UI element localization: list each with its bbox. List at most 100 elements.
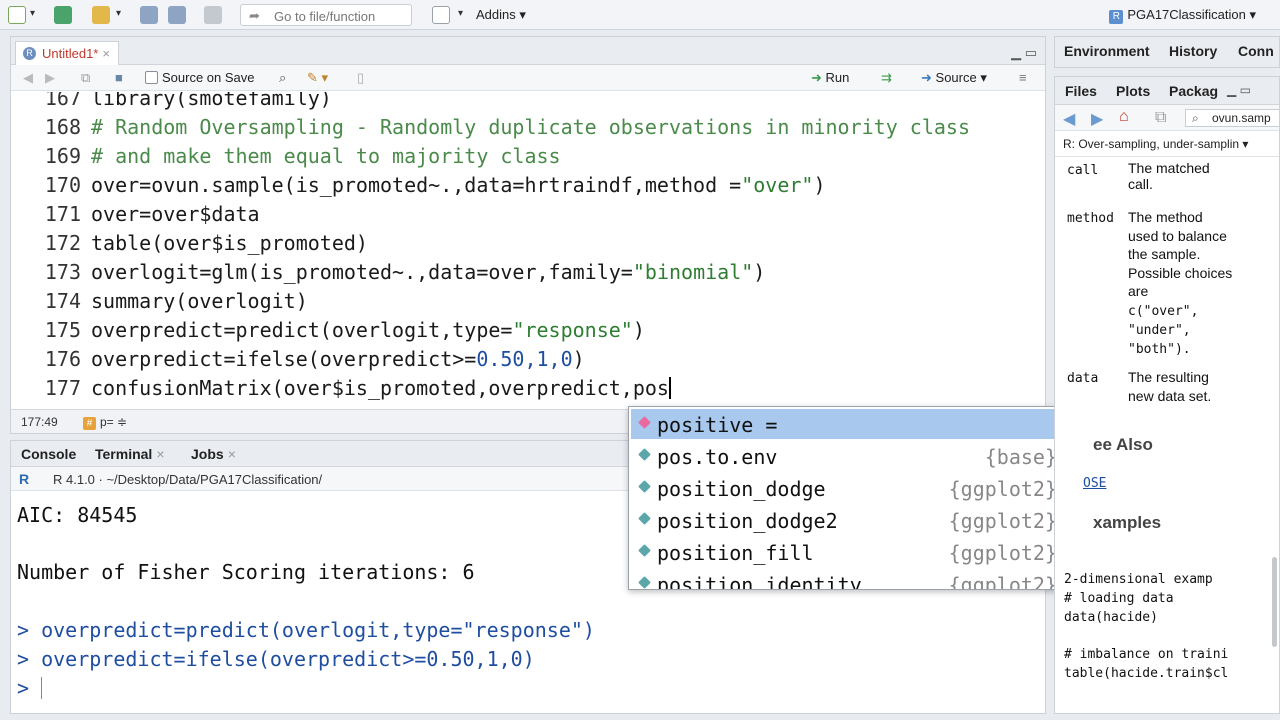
chevron-down-icon[interactable]: ▾ [30,8,35,19]
run-arrow-icon: ➜ [811,70,822,85]
goto-file-function-input[interactable]: ➦ Go to file/function [240,4,412,26]
pane-window-controls[interactable]: ▁ ▭ [1227,83,1251,97]
print-icon[interactable] [204,6,222,24]
line-number: 168 [44,115,81,139]
tab-plots[interactable]: Plots [1116,83,1150,99]
code-comment: # and make them equal to majority class [91,144,561,168]
code-tools-icon[interactable]: ✎ ▾ [307,70,328,86]
arg-name: data [1067,371,1099,386]
function-icon [638,448,651,461]
console-prompt[interactable]: > [17,676,43,700]
section-heading: xamples [1093,513,1162,532]
arg-name: call [1067,163,1099,178]
console-input-line: > overpredict=ifelse(overpredict>=0.50,1… [17,647,535,671]
method-choices: c("over", "under", "both"). [1128,304,1199,357]
code-line: table(over$is_promoted) [91,231,368,255]
tab-terminal[interactable]: Terminal × [95,446,165,462]
line-number: 174 [44,289,81,313]
run-button[interactable]: ➜ Run [811,70,849,86]
project-icon: R [1109,10,1124,24]
code-line: summary(overlogit) [91,289,308,313]
chevron-down-icon[interactable]: ▾ [116,8,121,19]
environment-pane: Environment History Conn [1054,36,1280,68]
grid-layout-icon[interactable] [432,6,450,24]
text-cursor [668,377,671,399]
code-comment: # Random Oversampling - Randomly duplica… [91,115,970,139]
editor-toolbar: ◀ ▶ ⧉ ■ Source on Save ⌕ ✎ ▾ ▯ ➜ Run ⇉ ➜… [11,65,1045,91]
outline-icon[interactable]: ≡ [1019,70,1027,85]
console-output-line: AIC: 84545 [17,503,138,527]
tab-packages[interactable]: Packag [1169,83,1218,99]
close-icon[interactable]: × [102,46,110,61]
back-icon[interactable]: ◀ [23,70,33,86]
project-menu[interactable]: R PGA17Classification ▾ [1109,7,1256,24]
source-on-save-checkbox[interactable]: Source on Save [145,70,255,85]
line-number: 177 [44,376,81,400]
code-line: over=over$data [91,202,260,226]
show-in-window-icon[interactable]: ⧉ [81,70,90,86]
code-area[interactable]: 167 library(smotefamily) 168 # Random Ov… [11,92,1045,408]
line-number: 176 [44,347,81,371]
help-scrollbar[interactable] [1272,557,1277,647]
compile-report-icon[interactable]: ▯ [357,70,364,86]
source-editor-pane: R Untitled1* × ▁ ▭ ◀ ▶ ⧉ ■ Source on Save… [10,36,1046,434]
r-file-icon: R [23,47,36,60]
autocomplete-popup: positive = pos.to.env {base} position_do… [628,406,1084,590]
forward-icon[interactable]: ▶ [45,70,55,86]
console-output-line: Number of Fisher Scoring iterations: 6 [17,560,475,584]
tab-console[interactable]: Console [21,446,76,462]
home-icon[interactable]: ⌂ [1119,108,1129,126]
code-line-current: confusionMatrix(over$is_promoted,overpre… [91,376,671,400]
close-icon[interactable]: × [156,446,164,462]
show-in-window-icon[interactable]: ⧉ [1155,109,1166,127]
function-icon [638,544,651,557]
new-project-icon[interactable] [54,6,72,24]
code-line: over=ovun.sample(is_promoted~.,data=hrtr… [91,173,826,197]
completion-item[interactable]: position_dodge2 {ggplot2} [631,505,1071,535]
open-folder-icon[interactable] [92,6,110,24]
line-number: 172 [44,231,81,255]
line-number: 175 [44,318,81,342]
working-directory: R 4.1.0 · ~/Desktop/Data/PGA17Classifica… [53,472,323,487]
editor-tab-bar: R Untitled1* × ▁ ▭ [11,37,1045,65]
source-button[interactable]: ➜ Source ▾ [921,70,987,86]
completion-item[interactable]: position_fill {ggplot2} [631,537,1071,567]
help-topic-select[interactable]: R: Over-sampling, under-samplin ▾ [1055,131,1279,157]
completion-item-selected[interactable]: positive = [631,409,1071,439]
code-line: library(smotefamily) [91,92,332,110]
close-icon[interactable]: × [228,446,236,462]
function-icon [638,480,651,493]
completion-item[interactable]: position_identity {ggplot2} [631,569,1071,589]
section-heading: ee Also [1093,435,1153,454]
tab-connections[interactable]: Conn [1238,43,1274,59]
save-icon[interactable] [140,6,158,24]
pane-window-controls[interactable]: ▁ ▭ [1011,45,1037,61]
save-icon[interactable]: ■ [115,70,123,85]
code-line: overpredict=predict(overlogit,type="resp… [91,318,645,342]
function-icon [638,576,651,589]
main-toolbar: ▾ ▾ ➦ Go to file/function ▾ Addins ▾ R PG… [0,0,1280,30]
argument-icon [638,416,651,429]
forward-icon[interactable]: ▶ [1091,109,1103,129]
save-all-icon[interactable] [168,6,186,24]
completion-item[interactable]: pos.to.env {base} [631,441,1071,471]
addins-menu[interactable]: Addins ▾ [476,7,526,23]
search-icon[interactable]: ⌕ [279,70,286,86]
tab-environment[interactable]: Environment [1064,43,1150,59]
tab-untitled1[interactable]: R Untitled1* × [15,41,119,65]
see-also-link[interactable]: OSE [1083,476,1106,491]
tab-files[interactable]: Files [1065,83,1097,99]
chevron-down-icon[interactable]: ▾ [458,8,463,19]
completion-item[interactable]: position_dodge {ggplot2} [631,473,1071,503]
arg-name: method [1067,211,1114,226]
tab-history[interactable]: History [1169,43,1217,59]
back-icon[interactable]: ◀ [1063,109,1075,129]
rerun-icon[interactable]: ⇉ [881,70,892,86]
function-navigator[interactable]: # p= ≑ [83,415,127,430]
new-file-icon[interactable] [8,6,26,24]
tab-jobs[interactable]: Jobs × [191,446,236,462]
example-code: 2-dimensional examp # loading data data(… [1064,572,1229,681]
code-line: overpredict=ifelse(overpredict>=0.50,1,0… [91,347,585,371]
console-input-line: > overpredict=predict(overlogit,type="re… [17,618,595,642]
help-search-input[interactable]: ⌕ ovun.samp [1185,109,1279,127]
